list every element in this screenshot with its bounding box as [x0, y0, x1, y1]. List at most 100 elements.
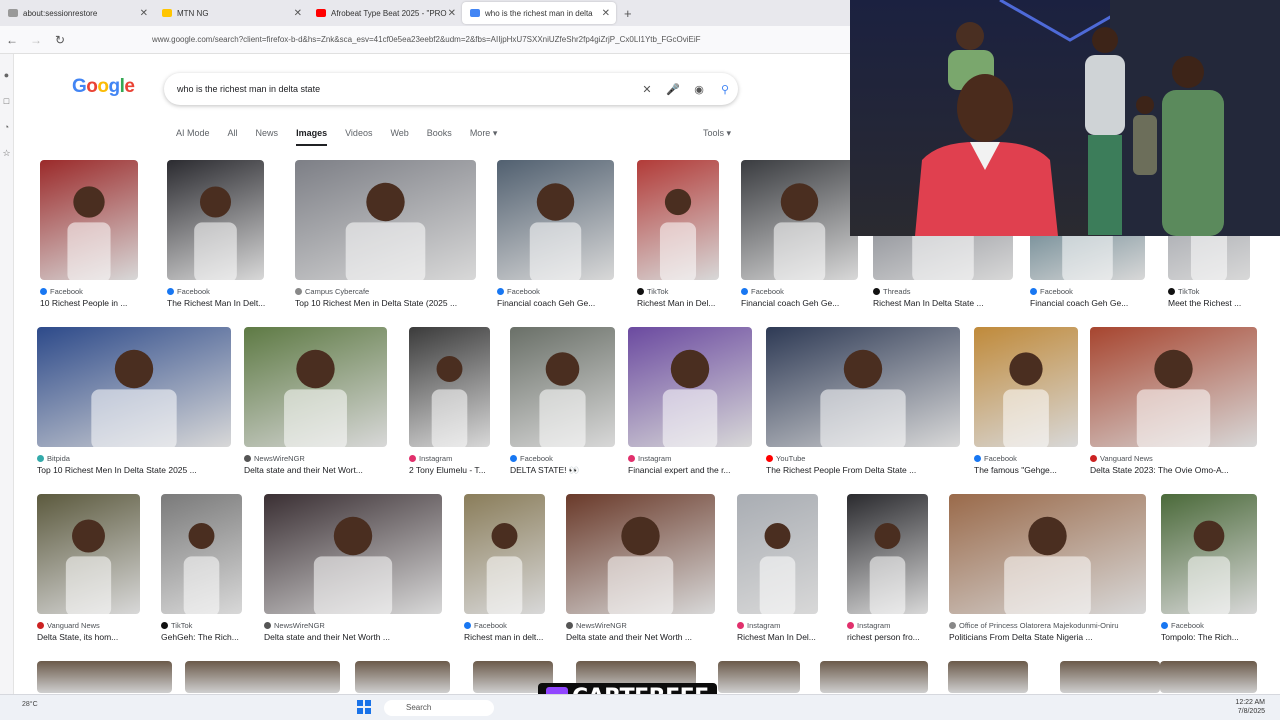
tools-button[interactable]: Tools ▾	[703, 128, 731, 139]
new-tab-icon[interactable]: +	[624, 6, 632, 21]
image-result-thumbnail[interactable]	[497, 160, 614, 280]
result-source[interactable]: NewsWireNGR	[244, 454, 407, 463]
result-source[interactable]: Threads	[873, 287, 1033, 296]
start-icon[interactable]	[356, 699, 372, 715]
image-result-thumbnail[interactable]	[161, 494, 242, 614]
result-title[interactable]: Top 10 Richest Men In Delta State 2025 .…	[37, 465, 261, 475]
image-result-thumbnail[interactable]	[409, 327, 490, 447]
image-result-thumbnail[interactable]	[37, 661, 172, 693]
result-title[interactable]: Tompolo: The Rich...	[1161, 632, 1280, 642]
tab-news[interactable]: News	[256, 128, 279, 146]
tab-all[interactable]: All	[228, 128, 238, 146]
close-tab-icon[interactable]: ✕	[602, 8, 610, 19]
result-title[interactable]: Delta State 2023: The Ovie Omo-A...	[1090, 465, 1280, 475]
result-title[interactable]: Richest Man in Del...	[637, 298, 749, 308]
result-source[interactable]: Instagram	[409, 454, 510, 463]
result-title[interactable]: Financial coach Geh Ge...	[497, 298, 644, 308]
result-source[interactable]: Instagram	[737, 621, 838, 630]
result-source[interactable]: Instagram	[847, 621, 948, 630]
browser-tab[interactable]: about:sessionrestore ✕	[0, 2, 154, 24]
image-result-thumbnail[interactable]	[566, 494, 715, 614]
result-title[interactable]: Top 10 Richest Men in Delta State (2025 …	[295, 298, 506, 308]
result-source[interactable]: Facebook	[1161, 621, 1277, 630]
close-tab-icon[interactable]: ✕	[140, 8, 148, 19]
tab-ai-mode[interactable]: AI Mode	[176, 128, 210, 146]
result-source[interactable]: TikTok	[161, 621, 262, 630]
search-input[interactable]: who is the richest man in delta state	[177, 84, 634, 94]
result-title[interactable]: DELTA STATE! 👀	[510, 465, 645, 476]
sidebar-icon[interactable]: ☆	[0, 148, 13, 159]
result-title[interactable]: GehGeh: The Rich...	[161, 632, 272, 642]
lens-icon[interactable]: ◉	[686, 83, 712, 96]
clear-icon[interactable]: ✕	[634, 83, 660, 96]
result-source[interactable]: Facebook	[167, 287, 284, 296]
image-result-thumbnail[interactable]	[464, 494, 545, 614]
microphone-icon[interactable]: 🎤	[660, 83, 686, 96]
result-title[interactable]: The Richest Man In Delt...	[167, 298, 294, 308]
image-result-thumbnail[interactable]	[949, 494, 1146, 614]
sidebar-icon[interactable]: □	[0, 96, 13, 106]
image-result-thumbnail[interactable]	[185, 661, 340, 693]
result-source[interactable]: YouTube	[766, 454, 980, 463]
result-title[interactable]: The famous "Gehge...	[974, 465, 1108, 475]
result-source[interactable]: Facebook	[510, 454, 635, 463]
result-source[interactable]: Facebook	[974, 454, 1098, 463]
image-result-thumbnail[interactable]	[637, 160, 719, 280]
tab-books[interactable]: Books	[427, 128, 452, 146]
result-source[interactable]: Facebook	[464, 621, 565, 630]
result-source[interactable]: NewsWireNGR	[566, 621, 735, 630]
tab-web[interactable]: Web	[390, 128, 408, 146]
result-source[interactable]: Office of Princess Olatorera Majekodunmi…	[949, 621, 1166, 630]
image-result-thumbnail[interactable]	[37, 327, 231, 447]
result-title[interactable]: Richest Man In Del...	[737, 632, 848, 642]
result-source[interactable]: Facebook	[741, 287, 878, 296]
result-title[interactable]: Richest man in delt...	[464, 632, 575, 642]
result-title[interactable]: 2 Tony Elumelu - T...	[409, 465, 520, 475]
result-title[interactable]: Delta State, its hom...	[37, 632, 170, 642]
image-result-thumbnail[interactable]	[766, 327, 960, 447]
image-result-thumbnail[interactable]	[295, 160, 476, 280]
image-result-thumbnail[interactable]	[167, 160, 264, 280]
forward-icon[interactable]: →	[24, 33, 48, 47]
result-title[interactable]: richest person fro...	[847, 632, 958, 642]
image-result-thumbnail[interactable]	[264, 494, 442, 614]
image-result-thumbnail[interactable]	[510, 327, 615, 447]
result-source[interactable]: Facebook	[1030, 287, 1165, 296]
close-tab-icon[interactable]: ✕	[448, 8, 456, 19]
search-box[interactable]: who is the richest man in delta state ✕ …	[164, 73, 738, 105]
image-result-thumbnail[interactable]	[37, 494, 140, 614]
result-title[interactable]: Meet the Richest ...	[1168, 298, 1280, 308]
result-source[interactable]: TikTok	[637, 287, 739, 296]
result-source[interactable]: Facebook	[40, 287, 158, 296]
result-source[interactable]: Vanguard News	[1090, 454, 1277, 463]
image-result-thumbnail[interactable]	[974, 327, 1078, 447]
taskbar-search[interactable]: Search	[384, 700, 494, 716]
image-result-thumbnail[interactable]	[355, 661, 450, 693]
result-source[interactable]: TikTok	[1168, 287, 1270, 296]
result-source[interactable]: Campus Cybercafe	[295, 287, 496, 296]
close-tab-icon[interactable]: ✕	[294, 8, 302, 19]
result-source[interactable]: Bitpida	[37, 454, 251, 463]
image-result-thumbnail[interactable]	[820, 661, 928, 693]
result-source[interactable]: Instagram	[628, 454, 772, 463]
result-title[interactable]: The Richest People From Delta State ...	[766, 465, 990, 475]
url-field[interactable]: www.google.com/search?client=firefox-b-d…	[152, 35, 772, 44]
image-result-thumbnail[interactable]	[628, 327, 752, 447]
result-title[interactable]: Financial coach Geh Ge...	[741, 298, 888, 308]
image-result-thumbnail[interactable]	[718, 661, 800, 693]
system-clock[interactable]: 12:22 AM 7/8/2025	[1225, 698, 1265, 716]
result-source[interactable]: NewsWireNGR	[264, 621, 462, 630]
browser-tab[interactable]: MTN NG ✕	[154, 2, 308, 24]
back-icon[interactable]: ←	[0, 33, 24, 47]
tab-images[interactable]: Images	[296, 128, 328, 146]
image-result-thumbnail[interactable]	[40, 160, 138, 280]
image-result-thumbnail[interactable]	[741, 160, 858, 280]
result-title[interactable]: Financial coach Geh Ge...	[1030, 298, 1175, 308]
image-result-thumbnail[interactable]	[244, 327, 387, 447]
image-result-thumbnail[interactable]	[1090, 327, 1257, 447]
result-title[interactable]: Delta state and their Net Worth ...	[566, 632, 745, 642]
result-title[interactable]: Delta state and their Net Worth ...	[264, 632, 472, 642]
tab-more[interactable]: More ▾	[470, 128, 498, 146]
tab-videos[interactable]: Videos	[345, 128, 372, 146]
image-result-thumbnail[interactable]	[737, 494, 818, 614]
